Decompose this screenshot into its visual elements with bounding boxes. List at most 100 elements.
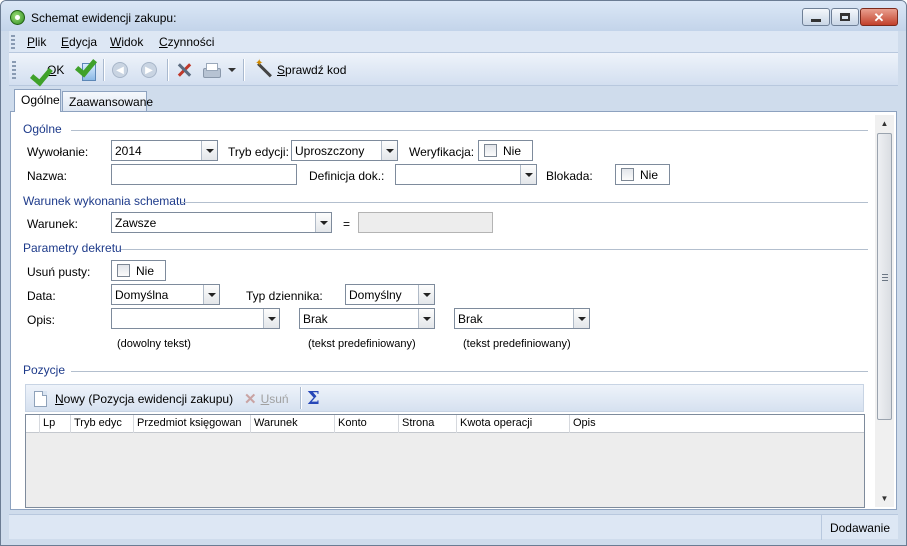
opis-predef2-dropdown-button[interactable] — [573, 309, 589, 328]
maximize-icon — [840, 13, 850, 21]
delete-position-button[interactable]: ✕ Usuń — [244, 387, 289, 411]
column-opis[interactable]: Opis — [570, 415, 864, 433]
chevron-down-icon — [207, 292, 216, 297]
column-warunek[interactable]: Warunek — [251, 415, 335, 433]
status-bar: Dodawanie — [9, 514, 898, 540]
weryfikacja-value: Nie — [503, 144, 522, 158]
magic-wand-icon — [255, 58, 273, 79]
section-divider — [121, 249, 868, 250]
column-lp[interactable]: Lp — [40, 415, 71, 433]
warunek-combo[interactable]: Zawsze — [111, 212, 332, 233]
scroll-thumb[interactable] — [877, 133, 892, 420]
data-combo[interactable]: Domyślna — [111, 284, 220, 305]
chevron-down-icon — [205, 148, 214, 153]
toolbar-separator — [300, 387, 301, 409]
window-title: Schemat ewidencji zakupu: — [31, 11, 177, 25]
nazwa-label: Nazwa: — [27, 169, 68, 183]
delete-position-label: Usuń — [260, 392, 289, 406]
tools-icon — [175, 61, 193, 79]
menu-widok[interactable]: Widok — [110, 35, 143, 49]
maximize-button[interactable] — [831, 8, 859, 26]
definicja-dropdown-button[interactable] — [520, 165, 536, 184]
tab-zaawansowane[interactable]: Zaawansowane — [62, 91, 153, 112]
tryb-value: Uproszczony — [295, 144, 365, 158]
ok-button[interactable]: OK — [21, 58, 64, 82]
vertical-scrollbar[interactable]: ▲ ▼ — [875, 115, 894, 507]
weryfikacja-label: Weryfikacja: — [409, 145, 475, 159]
warunek-dropdown-button[interactable] — [315, 213, 331, 232]
opis-predef1-value: Brak — [303, 312, 328, 326]
opis-free-dropdown-button[interactable] — [263, 309, 279, 328]
check-code-button[interactable]: Sprawdź kod — [255, 58, 346, 82]
column-konto[interactable]: Konto — [335, 415, 399, 433]
arrow-right-icon: ▶ — [141, 62, 157, 78]
tools-button[interactable] — [175, 58, 193, 82]
opis-label: Opis: — [27, 313, 56, 327]
menu-edycja[interactable]: Edycja — [61, 35, 97, 49]
scroll-down-button[interactable]: ▼ — [875, 490, 894, 507]
menu-czynnosci[interactable]: Czynności — [159, 35, 214, 49]
chevron-down-icon — [385, 148, 394, 153]
opis-predef1-dropdown-button[interactable] — [418, 309, 434, 328]
wywolanie-combo[interactable]: 2014 — [111, 140, 218, 161]
data-dropdown-button[interactable] — [203, 285, 219, 304]
main-toolbar: OK ◀ ▶ Sprawdź kod — [9, 53, 898, 86]
tryb-label: Tryb edycji: — [228, 145, 289, 159]
section-general-title: Ogólne — [23, 122, 62, 136]
close-icon: ✕ — [873, 9, 885, 25]
toolbar-separator — [243, 59, 244, 81]
sum-button[interactable]: Σ — [307, 386, 320, 410]
column-przedmiot[interactable]: Przedmiot księgowan — [134, 415, 251, 433]
toolbar-grip-icon — [12, 61, 16, 79]
usun-pusty-label: Usuń pusty: — [27, 265, 91, 279]
chevron-down-icon — [228, 68, 236, 72]
data-label: Data: — [27, 289, 56, 303]
opis-predef2-combo[interactable]: Brak — [454, 308, 590, 329]
usun-pusty-field[interactable]: Nie — [111, 260, 166, 281]
column-kwota[interactable]: Kwota operacji — [457, 415, 570, 433]
section-condition-title: Warunek wykonania schematu — [23, 194, 186, 208]
tab-ogolne[interactable]: Ogólne — [14, 89, 61, 112]
toolbar-separator — [103, 59, 104, 81]
typ-dziennika-dropdown-button[interactable] — [418, 285, 434, 304]
positions-grid[interactable]: Lp Tryb edyc Przedmiot księgowan Warunek… — [25, 414, 865, 508]
typ-dziennika-combo[interactable]: Domyślny — [345, 284, 435, 305]
check-document-icon — [71, 59, 96, 81]
check-icon — [21, 60, 43, 80]
save-apply-button[interactable] — [71, 58, 96, 82]
blokada-checkbox[interactable] — [621, 168, 634, 181]
title-bar[interactable]: Schemat ewidencji zakupu: ✕ — [1, 1, 906, 31]
arrow-left-icon: ◀ — [112, 62, 128, 78]
tab-zaawansowane-label: Zaawansowane — [69, 95, 154, 109]
scroll-up-button[interactable]: ▲ — [875, 115, 894, 132]
hint-free-text: (dowolny tekst) — [117, 338, 191, 350]
section-positions-title: Pozycje — [23, 363, 66, 377]
opis-predef1-combo[interactable]: Brak — [299, 308, 435, 329]
close-button[interactable]: ✕ — [860, 8, 898, 26]
new-position-button[interactable]: Nowy (Pozycja ewidencji zakupu) — [34, 387, 233, 411]
weryfikacja-field[interactable]: Nie — [478, 140, 533, 161]
opis-free-combo[interactable] — [111, 308, 280, 329]
usun-pusty-checkbox[interactable] — [117, 264, 130, 277]
next-button[interactable]: ▶ — [141, 58, 157, 82]
opis-predef2-value: Brak — [458, 312, 483, 326]
print-button[interactable] — [202, 58, 236, 82]
condition-expression-input — [358, 212, 493, 233]
tryb-dropdown-button[interactable] — [381, 141, 397, 160]
column-strona[interactable]: Strona — [399, 415, 457, 433]
usun-pusty-value: Nie — [136, 264, 155, 278]
blokada-value: Nie — [640, 168, 659, 182]
definicja-combo[interactable] — [395, 164, 537, 185]
menu-plik[interactable]: Plik — [27, 35, 46, 49]
minimize-button[interactable] — [802, 8, 830, 26]
weryfikacja-checkbox[interactable] — [484, 144, 497, 157]
tryb-combo[interactable]: Uproszczony — [291, 140, 398, 161]
data-value: Domyślna — [115, 288, 169, 302]
column-tryb[interactable]: Tryb edyc — [71, 415, 134, 433]
blokada-label: Blokada: — [546, 169, 593, 183]
nazwa-input[interactable] — [111, 164, 297, 185]
previous-button[interactable]: ◀ — [112, 58, 128, 82]
blokada-field[interactable]: Nie — [615, 164, 670, 185]
wywolanie-dropdown-button[interactable] — [201, 141, 217, 160]
menu-grip-icon — [11, 35, 15, 50]
